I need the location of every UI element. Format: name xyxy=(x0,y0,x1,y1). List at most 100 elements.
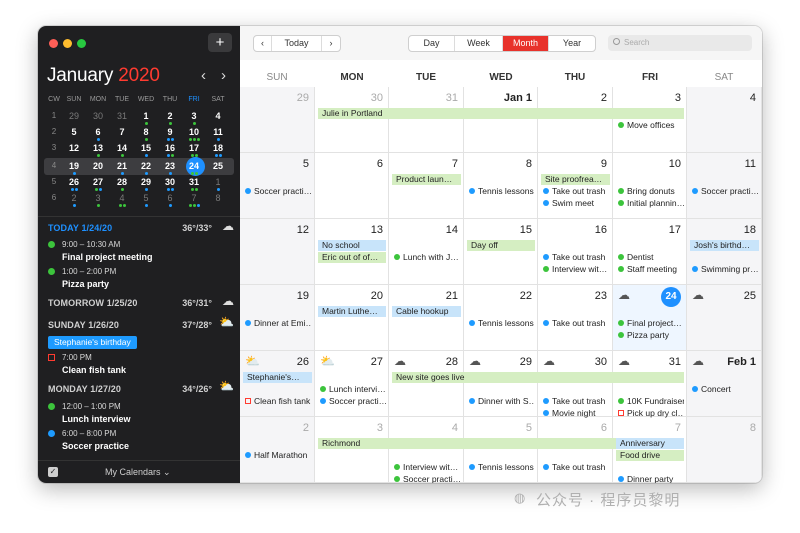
close-window-button[interactable] xyxy=(49,39,58,48)
calendar-event[interactable]: Clean fish tank xyxy=(245,396,312,407)
calendar-event[interactable]: Soccer practi… xyxy=(394,474,461,483)
mini-day[interactable]: 30 xyxy=(88,110,108,127)
day-cell[interactable]: 2 xyxy=(538,87,613,153)
day-cell[interactable]: 4 xyxy=(687,87,762,153)
calendar-event[interactable]: Dinner party xyxy=(618,474,684,483)
mini-day[interactable]: 25 xyxy=(208,160,228,177)
day-cell[interactable]: 5 xyxy=(464,417,538,483)
mini-day[interactable]: 31 xyxy=(112,110,132,127)
minimize-window-button[interactable] xyxy=(63,39,72,48)
view-year-tab[interactable]: Year xyxy=(549,36,595,51)
calendar-event[interactable]: Move offices xyxy=(618,120,684,131)
mini-day[interactable]: 7 xyxy=(112,126,132,143)
mini-day[interactable]: 5 xyxy=(64,126,84,143)
view-week-tab[interactable]: Week xyxy=(455,36,503,51)
reminder-checkbox[interactable] xyxy=(48,354,55,361)
calendar-event[interactable]: Interview wit… xyxy=(394,462,461,473)
mini-day[interactable]: 4 xyxy=(208,110,228,127)
day-cell[interactable]: 12 xyxy=(240,219,315,285)
allday-event[interactable]: Cable hookup xyxy=(392,306,461,317)
calendar-event[interactable]: Staff meeting xyxy=(618,264,684,275)
allday-event[interactable]: New site goes live xyxy=(392,372,684,383)
calendar-event[interactable]: Pizza party xyxy=(618,330,684,341)
calendar-event[interactable]: Soccer practi… xyxy=(692,186,759,197)
search-input[interactable]: Search xyxy=(608,35,752,51)
calendar-event[interactable]: Take out trash xyxy=(543,396,610,407)
calendar-event[interactable]: Initial plannin… xyxy=(618,198,684,209)
day-cell[interactable]: 29 xyxy=(240,87,315,153)
calendar-event[interactable]: Tennis lessons xyxy=(469,186,535,197)
agenda-event-title[interactable]: Final project meeting xyxy=(62,252,153,262)
mini-day[interactable]: 20 xyxy=(88,160,108,177)
calendar-event[interactable]: Dentist xyxy=(618,252,684,263)
calendar-event[interactable]: Swimming pr… xyxy=(692,264,759,275)
calendar-event[interactable]: Tennis lessons xyxy=(469,462,535,473)
view-month-tab[interactable]: Month xyxy=(503,36,549,51)
day-cell[interactable]: 7 xyxy=(389,153,464,219)
day-number: 3 xyxy=(376,422,383,434)
mini-day[interactable]: 29 xyxy=(64,110,84,127)
zoom-window-button[interactable] xyxy=(77,39,86,48)
mini-next-month-button[interactable]: › xyxy=(221,67,226,84)
day-cell[interactable]: 3 xyxy=(315,417,389,483)
view-day-tab[interactable]: Day xyxy=(409,36,455,51)
day-cell[interactable]: 6 xyxy=(538,417,613,483)
day-cell[interactable]: 20 xyxy=(315,285,389,351)
calendar-event[interactable]: Dinner with S… xyxy=(469,396,535,407)
allday-event[interactable]: Site proofrea… xyxy=(541,174,610,185)
day-cell[interactable]: 6 xyxy=(315,153,389,219)
day-cell[interactable]: 30 xyxy=(315,87,389,153)
next-period-button[interactable]: › xyxy=(322,36,340,51)
calendar-event[interactable]: Concert xyxy=(692,384,759,395)
calendar-event[interactable]: Interview wit… xyxy=(543,264,610,275)
mini-day[interactable]: 12 xyxy=(64,142,84,159)
calendar-event[interactable]: Take out trash xyxy=(543,462,610,473)
agenda-event-title[interactable]: Lunch interview xyxy=(62,414,131,424)
agenda-event-title[interactable]: Pizza party xyxy=(62,279,109,289)
calendar-event[interactable]: Lunch intervi… xyxy=(320,384,386,395)
allday-event[interactable]: Product laun… xyxy=(392,174,461,185)
calendar-event[interactable]: Lunch with J… xyxy=(394,252,461,263)
allday-event[interactable]: Day off xyxy=(467,240,535,251)
day-cell[interactable]: Jan 1 xyxy=(464,87,538,153)
allday-event[interactable]: Anniversary xyxy=(616,438,684,449)
calendar-event[interactable]: Take out trash xyxy=(543,318,610,329)
my-calendars-dropdown[interactable]: My Calendars ⌄ xyxy=(105,467,171,478)
day-cell[interactable]: 8 xyxy=(687,417,762,483)
allday-event[interactable]: No school xyxy=(318,240,386,251)
calendar-event[interactable]: Final project… xyxy=(618,318,684,329)
calendar-color-dot xyxy=(320,398,326,404)
calendar-event[interactable]: Bring donuts xyxy=(618,186,684,197)
agenda-event-title[interactable]: Clean fish tank xyxy=(62,365,126,375)
agenda-allday-event[interactable]: Stephanie's birthday xyxy=(48,336,137,349)
prev-period-button[interactable]: ‹ xyxy=(254,36,272,51)
allday-event[interactable]: Eric out of of… xyxy=(318,252,386,263)
day-cell[interactable]: 18 xyxy=(687,219,762,285)
calendar-event[interactable]: Soccer practi… xyxy=(245,186,312,197)
agenda-event-title[interactable]: Soccer practice xyxy=(62,441,129,451)
calendar-event[interactable]: 10K Fundraiser xyxy=(618,396,684,407)
calendar-event[interactable]: Movie night xyxy=(543,408,610,419)
calendar-event[interactable]: Tennis lessons xyxy=(469,318,535,329)
allday-event[interactable]: Martin Luthe… xyxy=(318,306,386,317)
mini-event-dots xyxy=(88,188,108,191)
calendar-event[interactable]: Take out trash xyxy=(543,252,610,263)
calendar-event[interactable]: Swim meet xyxy=(543,198,610,209)
calendar-event[interactable]: Take out trash xyxy=(543,186,610,197)
mini-prev-month-button[interactable]: ‹ xyxy=(201,67,206,84)
allday-event[interactable]: Julie in Portland xyxy=(318,108,684,119)
day-cell[interactable]: 31 xyxy=(389,87,464,153)
calendar-event[interactable]: Dinner at Emi… xyxy=(245,318,312,329)
calendar-event[interactable]: Soccer practi… xyxy=(320,396,386,407)
calendar-event[interactable]: Half Marathon xyxy=(245,450,312,461)
calendars-toggle-checkbox[interactable]: ✓ xyxy=(48,467,58,477)
today-button[interactable]: Today xyxy=(272,36,322,51)
add-event-button[interactable]: + xyxy=(208,33,232,52)
allday-event[interactable]: Stephanie's… xyxy=(243,372,312,383)
day-cell[interactable]: 21 xyxy=(389,285,464,351)
mini-day[interactable]: 8 xyxy=(208,192,228,209)
allday-event[interactable]: Josh's birthd… xyxy=(690,240,759,251)
day-cell[interactable]: 15 xyxy=(464,219,538,285)
allday-event[interactable]: Food drive xyxy=(616,450,684,461)
calendar-event[interactable]: Pick up dry cl… xyxy=(618,408,684,419)
